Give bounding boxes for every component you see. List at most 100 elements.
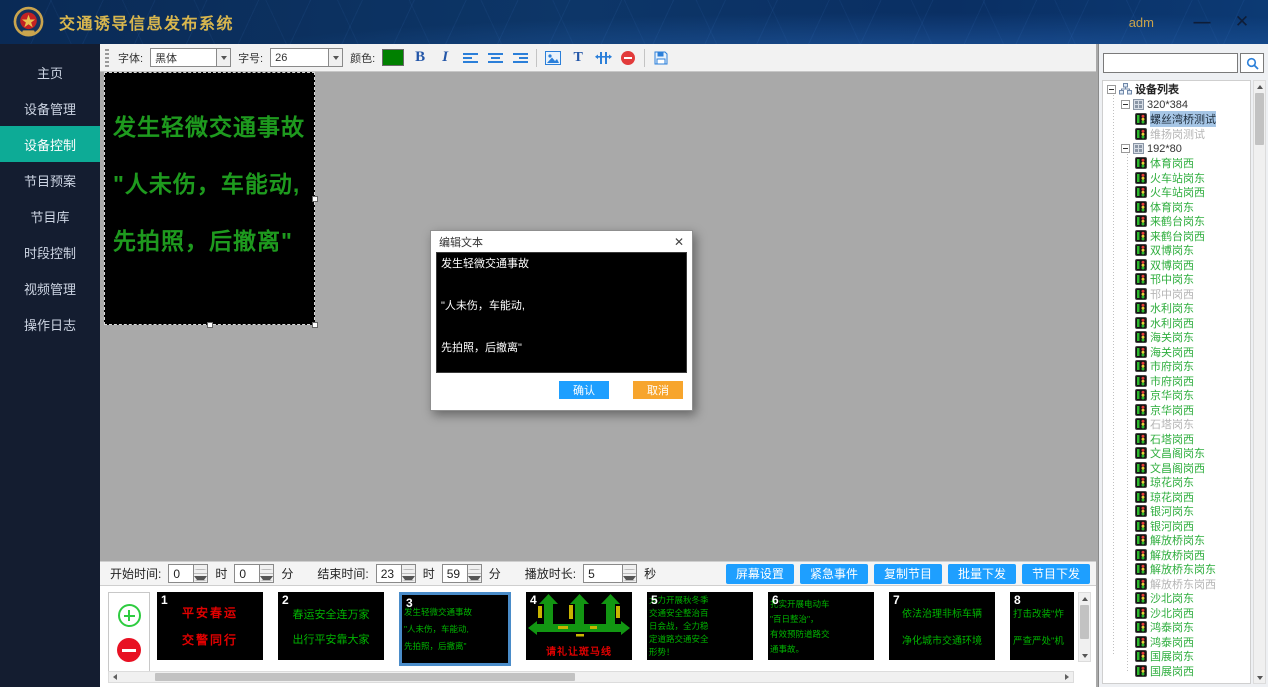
device-row[interactable]: 琼花岗东: [1103, 475, 1250, 490]
device-row[interactable]: 京华岗西: [1103, 403, 1250, 418]
spin-up-icon[interactable]: [260, 565, 273, 574]
collapse-icon[interactable]: [1107, 85, 1116, 94]
scroll-down-icon[interactable]: [1079, 650, 1090, 661]
no-entry-button[interactable]: [619, 48, 637, 68]
spin-down-icon[interactable]: [468, 574, 481, 582]
device-panel-scrollbar[interactable]: [1253, 80, 1266, 684]
save-button[interactable]: [652, 48, 670, 68]
dialog-textarea[interactable]: 发生轻微交通事故 "人未伤，车能动, 先拍照，后撤离": [436, 252, 687, 373]
sidebar-item[interactable]: 视频管理: [0, 270, 100, 306]
device-row[interactable]: 银河岗东: [1103, 504, 1250, 519]
spin-down-icon[interactable]: [194, 574, 207, 582]
spin-up-icon[interactable]: [623, 565, 636, 574]
device-row[interactable]: 鸿泰岗西: [1103, 635, 1250, 650]
device-row[interactable]: 火车站岗西: [1103, 185, 1250, 200]
playlist-item[interactable]: 8打击改装"炸严查严处"机: [1010, 592, 1074, 660]
collapse-icon[interactable]: [1121, 144, 1130, 153]
dialog-close-icon[interactable]: ✕: [674, 235, 684, 249]
sidebar-item[interactable]: 主页: [0, 54, 100, 90]
chevron-down-icon[interactable]: [216, 48, 231, 67]
font-size-select[interactable]: 26: [270, 48, 343, 67]
color-swatch[interactable]: [382, 49, 404, 66]
action-button[interactable]: 节目下发: [1022, 564, 1090, 584]
tree-root-row[interactable]: 设备列表: [1103, 81, 1250, 97]
end-minute-stepper[interactable]: 59: [442, 564, 482, 583]
device-row[interactable]: 石塔岗东: [1103, 417, 1250, 432]
led-preview[interactable]: 发生轻微交通事故 "人未伤，车能动, 先拍照，后撤离": [104, 72, 315, 325]
scroll-up-icon[interactable]: [1079, 593, 1090, 604]
device-row[interactable]: 双博岗西: [1103, 258, 1250, 273]
device-row[interactable]: 体育岗东: [1103, 200, 1250, 215]
sidebar-item[interactable]: 时段控制: [0, 234, 100, 270]
device-row[interactable]: 火车站岗东: [1103, 171, 1250, 186]
confirm-button[interactable]: 确认: [559, 381, 609, 399]
playlist-item[interactable]: 7依法治理非标车辆净化城市交通环境: [889, 592, 995, 660]
spin-down-icon[interactable]: [260, 574, 273, 582]
chevron-down-icon[interactable]: [328, 48, 343, 67]
device-row[interactable]: 沙北岗东: [1103, 591, 1250, 606]
spin-up-icon[interactable]: [468, 565, 481, 574]
spin-up-icon[interactable]: [194, 565, 207, 574]
spin-down-icon[interactable]: [402, 574, 415, 582]
device-row[interactable]: 文昌阁岗东: [1103, 446, 1250, 461]
device-row[interactable]: 国展岗东: [1103, 649, 1250, 664]
scrollbar-thumb[interactable]: [1255, 93, 1264, 145]
scrollbar-thumb[interactable]: [155, 673, 575, 681]
playlist-item[interactable]: 4 请礼让斑马线: [526, 592, 632, 660]
scroll-up-icon[interactable]: [1254, 81, 1265, 92]
playlist-item[interactable]: 1平安春运交警同行: [157, 592, 263, 660]
device-row[interactable]: 水利岗东: [1103, 301, 1250, 316]
device-row[interactable]: 京华岗东: [1103, 388, 1250, 403]
device-row[interactable]: 解放桥岗西: [1103, 548, 1250, 563]
device-row[interactable]: 维扬岗测试: [1103, 127, 1250, 142]
action-button[interactable]: 屏幕设置: [726, 564, 794, 584]
sidebar-item[interactable]: 节目预案: [0, 162, 100, 198]
toolbar-grip[interactable]: [105, 49, 109, 67]
device-row[interactable]: 水利岗西: [1103, 316, 1250, 331]
tree-group-row[interactable]: 192*80: [1103, 141, 1250, 156]
insert-text-button[interactable]: T: [569, 48, 587, 68]
action-button[interactable]: 复制节目: [874, 564, 942, 584]
resize-handle-bottom[interactable]: [207, 322, 213, 328]
font-select[interactable]: 黑体: [150, 48, 231, 67]
duration-stepper[interactable]: 5: [583, 564, 637, 583]
device-row[interactable]: 鸿泰岗东: [1103, 620, 1250, 635]
playlist-item[interactable]: 2春运安全连万家出行平安靠大家: [278, 592, 384, 660]
spin-up-icon[interactable]: [402, 565, 415, 574]
device-row[interactable]: 解放桥东岗东: [1103, 562, 1250, 577]
playlist-hscrollbar[interactable]: [108, 671, 1074, 683]
start-minute-stepper[interactable]: 0: [234, 564, 274, 583]
sidebar-item[interactable]: 设备控制: [0, 126, 100, 162]
device-row[interactable]: 解放桥东岗西: [1103, 577, 1250, 592]
device-row[interactable]: 邗中岗西: [1103, 287, 1250, 302]
playlist-item[interactable]: 3发生轻微交通事故"人未伤，车能动,先拍照，后撤离": [399, 592, 511, 666]
resize-handle-corner[interactable]: [312, 322, 318, 328]
resize-handle-right[interactable]: [312, 196, 318, 202]
align-right-button[interactable]: [511, 48, 529, 68]
device-row[interactable]: 国展岗西: [1103, 664, 1250, 679]
device-row[interactable]: 邗中岗东: [1103, 272, 1250, 287]
device-row[interactable]: 双博岗东: [1103, 243, 1250, 258]
sidebar-item[interactable]: 设备管理: [0, 90, 100, 126]
remove-program-button[interactable]: [117, 638, 141, 662]
device-row[interactable]: 琼花岗西: [1103, 490, 1250, 505]
device-row[interactable]: 银河岗西: [1103, 519, 1250, 534]
device-row[interactable]: 海关岗西: [1103, 345, 1250, 360]
collapse-icon[interactable]: [1121, 100, 1130, 109]
scrollbar-thumb[interactable]: [1080, 605, 1089, 639]
align-center-button[interactable]: [486, 48, 504, 68]
playlist-item[interactable]: 6扎实开展电动车"百日整治"，有效预防道路交通事故。: [768, 592, 874, 660]
insert-road-sign-button[interactable]: [594, 48, 612, 68]
device-search-button[interactable]: [1240, 53, 1264, 73]
action-button[interactable]: 紧急事件: [800, 564, 868, 584]
device-row[interactable]: 市府岗东: [1103, 359, 1250, 374]
device-search-input[interactable]: [1103, 53, 1238, 73]
close-button[interactable]: ✕: [1232, 12, 1252, 32]
playlist-item[interactable]: 5大力开展秋冬季交通安全整治百日会战，全力稳定道路交通安全形势！: [647, 592, 753, 660]
italic-button[interactable]: I: [436, 48, 454, 68]
minimize-button[interactable]: —: [1192, 12, 1212, 32]
spin-down-icon[interactable]: [623, 574, 636, 582]
device-row[interactable]: 来鹤台岗东: [1103, 214, 1250, 229]
add-program-button[interactable]: [118, 604, 141, 627]
scroll-down-icon[interactable]: [1254, 672, 1265, 683]
